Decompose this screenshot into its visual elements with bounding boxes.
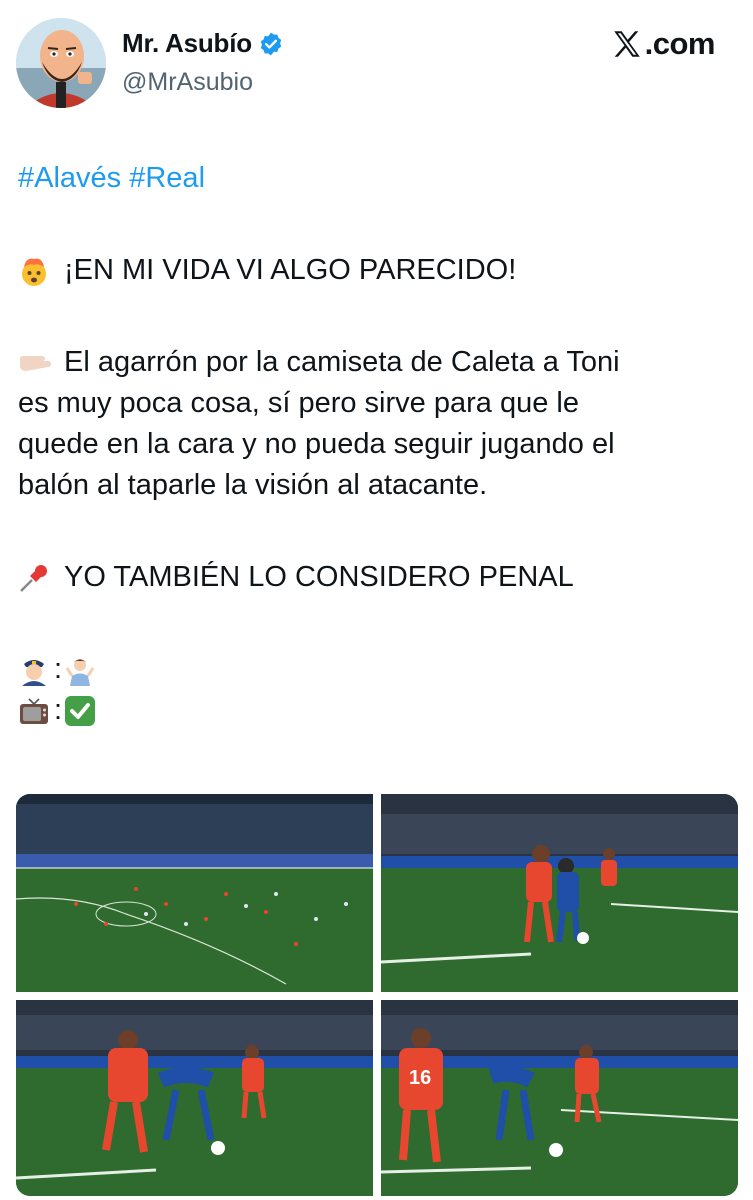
pushpin-emoji-icon <box>18 562 50 594</box>
paragraph-line-2: es muy poca cosa, sí pero sirve para que… <box>18 383 738 424</box>
shrugging-person-emoji-icon <box>64 654 96 686</box>
television-emoji-icon <box>18 695 50 727</box>
separator-colon: : <box>54 694 63 726</box>
name-row: Mr. Asubío <box>122 28 284 59</box>
verdict-text: YO TAMBIÉN LO CONSIDERO PENAL <box>64 561 574 593</box>
brand-logo: .com <box>610 26 716 62</box>
paragraph-line-3: quede en la cara y no pueda seguir jugan… <box>18 424 738 465</box>
referee-verdict-line: : <box>18 649 738 690</box>
media-image-1[interactable] <box>16 794 373 992</box>
x-logo-icon <box>610 27 644 61</box>
paragraph-text-1: El agarrón por la camiseta de Caleta a T… <box>64 346 620 378</box>
check-mark-emoji-icon <box>64 695 96 727</box>
paragraph-text-2: es muy poca cosa, sí pero sirve para que… <box>18 387 579 419</box>
headline-text: ¡EN MI VIDA VI ALGO PARECIDO! <box>64 254 517 286</box>
var-verdict-line: : <box>18 690 738 731</box>
hashtag-real[interactable]: #Real <box>129 158 205 199</box>
verified-badge-icon <box>258 31 284 57</box>
verdict-line: YO TAMBIÉN LO CONSIDERO PENAL <box>18 557 738 598</box>
hashtags-line: #Alavés #Real <box>18 158 738 199</box>
brand-text: .com <box>644 26 716 61</box>
separator-colon: : <box>54 653 63 685</box>
tweet-header: Mr. Asubío @MrAsubio .com <box>0 0 753 120</box>
display-name[interactable]: Mr. Asubío <box>122 28 252 59</box>
hashtag-alaves[interactable]: #Alavés <box>18 158 121 199</box>
avatar[interactable] <box>16 18 106 108</box>
tweet-text: #Alavés #Real ¡EN MI VIDA VI ALGO PARECI… <box>18 158 738 731</box>
media-image-2[interactable] <box>381 794 738 992</box>
paragraph-line-1: El agarrón por la camiseta de Caleta a T… <box>18 342 738 383</box>
media-image-3[interactable] <box>16 1000 373 1196</box>
media-image-4[interactable]: 16 <box>381 1000 738 1196</box>
paragraph-line-4: balón al taparle la visión al atacante. <box>18 465 738 506</box>
headline-line: ¡EN MI VIDA VI ALGO PARECIDO! <box>18 250 738 291</box>
paragraph-text-4: balón al taparle la visión al atacante. <box>18 469 488 501</box>
pointing-hand-emoji-icon <box>18 347 51 379</box>
author-handle[interactable]: @MrAsubio <box>122 68 253 97</box>
police-officer-emoji-icon <box>18 654 50 686</box>
exploding-head-emoji-icon <box>18 255 50 287</box>
media-grid: 16 <box>16 794 738 1196</box>
shirt-number: 16 <box>409 1067 431 1089</box>
paragraph-text-3: quede en la cara y no pueda seguir jugan… <box>18 428 615 460</box>
